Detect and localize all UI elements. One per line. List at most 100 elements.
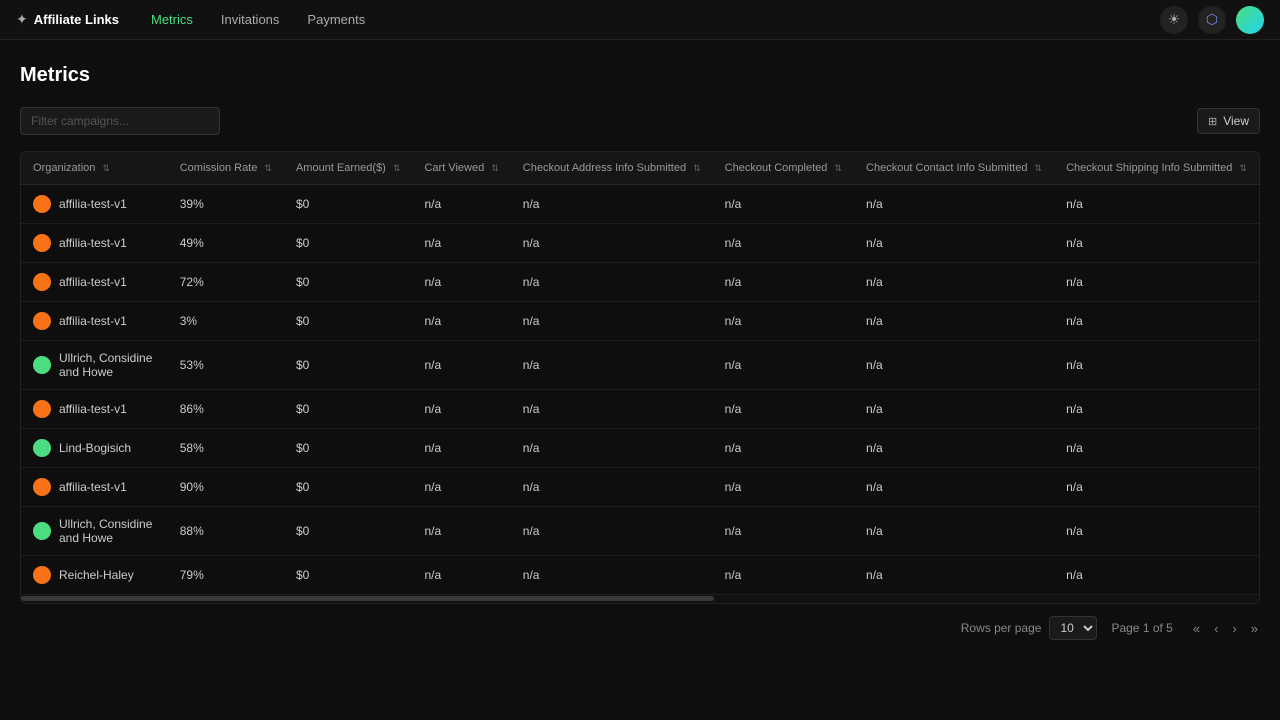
cell-contact-8: n/a xyxy=(854,507,1054,556)
cell-cart-6: n/a xyxy=(412,429,510,468)
cell-completed-9: n/a xyxy=(713,556,854,595)
theme-icon[interactable]: ☀ xyxy=(1160,6,1188,34)
cell-cart-3: n/a xyxy=(412,302,510,341)
main-content: Metrics ⊞ View Organization ⇅ Comission … xyxy=(0,40,1280,604)
cell-completed-3: n/a xyxy=(713,302,854,341)
cell-org-6: Lind-Bogisich xyxy=(21,429,168,468)
logo-icon: ✦ xyxy=(16,11,28,28)
cell-amount-6: $0 xyxy=(284,429,413,468)
table-row: affilia-test-v1 86% $0 n/a n/a n/a n/a n… xyxy=(21,390,1259,429)
org-dot-5 xyxy=(33,400,51,418)
table-scrollbar[interactable] xyxy=(21,595,1259,603)
sort-icon-completed: ⇅ xyxy=(834,163,842,174)
cell-shipping-2: n/a xyxy=(1054,263,1259,302)
sort-icon-contact: ⇅ xyxy=(1035,163,1043,174)
table-row: Lind-Bogisich 58% $0 n/a n/a n/a n/a n/a xyxy=(21,429,1259,468)
cell-org-1: affilia-test-v1 xyxy=(21,224,168,263)
next-page-button[interactable]: › xyxy=(1226,617,1242,640)
org-dot-1 xyxy=(33,234,51,252)
org-name-0: affilia-test-v1 xyxy=(59,197,127,211)
rows-per-page-select[interactable]: 10 25 50 xyxy=(1049,616,1097,640)
cell-contact-0: n/a xyxy=(854,185,1054,224)
org-name-6: Lind-Bogisich xyxy=(59,441,131,455)
cell-cart-1: n/a xyxy=(412,224,510,263)
org-name-2: affilia-test-v1 xyxy=(59,275,127,289)
nav-metrics[interactable]: Metrics xyxy=(147,12,197,27)
cell-cart-7: n/a xyxy=(412,468,510,507)
col-cart[interactable]: Cart Viewed ⇅ xyxy=(412,152,510,185)
cell-commission-3: 3% xyxy=(168,302,284,341)
org-dot-2 xyxy=(33,273,51,291)
cell-amount-7: $0 xyxy=(284,468,413,507)
view-button-label: View xyxy=(1223,114,1249,128)
org-dot-0 xyxy=(33,195,51,213)
col-shipping[interactable]: Checkout Shipping Info Submitted ⇅ xyxy=(1054,152,1259,185)
toolbar: ⊞ View xyxy=(20,107,1260,135)
table-row: Ullrich, Considine and Howe 53% $0 n/a n… xyxy=(21,341,1259,390)
page-info: Page 1 of 5 xyxy=(1111,621,1172,635)
sort-icon-cart: ⇅ xyxy=(491,163,499,174)
table-row: affilia-test-v1 3% $0 n/a n/a n/a n/a n/… xyxy=(21,302,1259,341)
col-contact[interactable]: Checkout Contact Info Submitted ⇅ xyxy=(854,152,1054,185)
cell-commission-9: 79% xyxy=(168,556,284,595)
cell-address-8: n/a xyxy=(511,507,713,556)
last-page-button[interactable]: » xyxy=(1245,617,1264,640)
cell-shipping-8: n/a xyxy=(1054,507,1259,556)
cell-amount-4: $0 xyxy=(284,341,413,390)
cell-contact-3: n/a xyxy=(854,302,1054,341)
cell-completed-0: n/a xyxy=(713,185,854,224)
metrics-table-wrapper: Organization ⇅ Comission Rate ⇅ Amount E… xyxy=(20,151,1260,604)
discord-icon[interactable]: ⬡ xyxy=(1198,6,1226,34)
cell-org-0: affilia-test-v1 xyxy=(21,185,168,224)
avatar[interactable] xyxy=(1236,6,1264,34)
cell-cart-0: n/a xyxy=(412,185,510,224)
cell-address-4: n/a xyxy=(511,341,713,390)
org-name-5: affilia-test-v1 xyxy=(59,402,127,416)
sort-icon-commission: ⇅ xyxy=(264,163,272,174)
cell-completed-4: n/a xyxy=(713,341,854,390)
col-organization[interactable]: Organization ⇅ xyxy=(21,152,168,185)
cell-completed-5: n/a xyxy=(713,390,854,429)
cell-commission-2: 72% xyxy=(168,263,284,302)
table-header-row: Organization ⇅ Comission Rate ⇅ Amount E… xyxy=(21,152,1259,185)
cell-cart-2: n/a xyxy=(412,263,510,302)
cell-shipping-4: n/a xyxy=(1054,341,1259,390)
cell-commission-1: 49% xyxy=(168,224,284,263)
col-completed[interactable]: Checkout Completed ⇅ xyxy=(713,152,854,185)
cell-address-7: n/a xyxy=(511,468,713,507)
filter-input[interactable] xyxy=(20,107,220,135)
cell-amount-3: $0 xyxy=(284,302,413,341)
cell-shipping-0: n/a xyxy=(1054,185,1259,224)
org-name-9: Reichel-Haley xyxy=(59,568,134,582)
table-scrollbar-thumb xyxy=(21,596,714,601)
cell-contact-2: n/a xyxy=(854,263,1054,302)
cell-completed-6: n/a xyxy=(713,429,854,468)
header-actions: ☀ ⬡ xyxy=(1160,6,1264,34)
prev-page-button[interactable]: ‹ xyxy=(1208,617,1224,640)
col-commission[interactable]: Comission Rate ⇅ xyxy=(168,152,284,185)
page-nav: « ‹ › » xyxy=(1187,617,1264,640)
first-page-button[interactable]: « xyxy=(1187,617,1206,640)
cell-commission-0: 39% xyxy=(168,185,284,224)
cell-address-0: n/a xyxy=(511,185,713,224)
cell-address-2: n/a xyxy=(511,263,713,302)
cell-amount-1: $0 xyxy=(284,224,413,263)
cell-commission-5: 86% xyxy=(168,390,284,429)
org-name-3: affilia-test-v1 xyxy=(59,314,127,328)
cell-completed-7: n/a xyxy=(713,468,854,507)
sort-icon-org: ⇅ xyxy=(102,163,110,174)
cell-address-9: n/a xyxy=(511,556,713,595)
nav-payments[interactable]: Payments xyxy=(303,12,369,27)
sort-icon-address: ⇅ xyxy=(693,163,701,174)
pagination-bar: Rows per page 10 25 50 Page 1 of 5 « ‹ ›… xyxy=(0,604,1280,652)
cell-org-7: affilia-test-v1 xyxy=(21,468,168,507)
cell-commission-4: 53% xyxy=(168,341,284,390)
col-address[interactable]: Checkout Address Info Submitted ⇅ xyxy=(511,152,713,185)
view-button[interactable]: ⊞ View xyxy=(1197,108,1260,134)
nav-invitations[interactable]: Invitations xyxy=(217,12,284,27)
cell-shipping-1: n/a xyxy=(1054,224,1259,263)
col-amount[interactable]: Amount Earned($) ⇅ xyxy=(284,152,413,185)
cell-amount-8: $0 xyxy=(284,507,413,556)
org-name-7: affilia-test-v1 xyxy=(59,480,127,494)
table-row: affilia-test-v1 90% $0 n/a n/a n/a n/a n… xyxy=(21,468,1259,507)
